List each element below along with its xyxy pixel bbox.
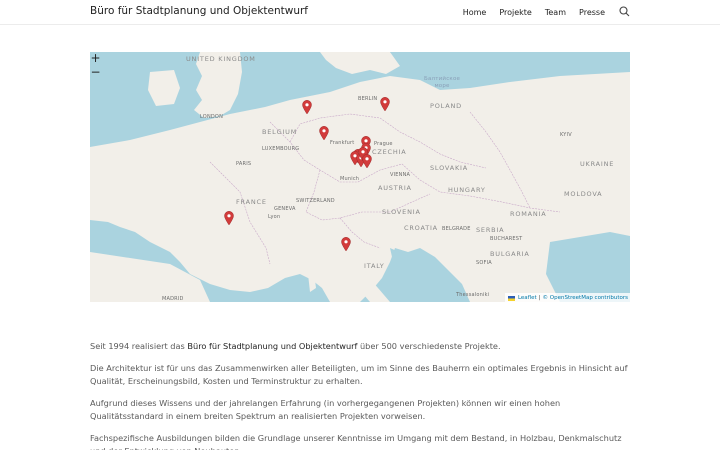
- map-marker-icon[interactable]: [380, 96, 390, 112]
- p1-text-before: Seit 1994 realisiert das: [90, 341, 188, 351]
- map-label-prague: Prague: [374, 141, 393, 147]
- map-label-romania: ROMANIA: [510, 210, 547, 218]
- map-label-italy: ITALY: [364, 262, 385, 270]
- map-label-moldova: MOLDOVA: [564, 190, 603, 198]
- nav-projekte[interactable]: Projekte: [499, 8, 532, 17]
- p1-office-name: Büro für Stadtplanung und Objektentwurf: [187, 341, 358, 351]
- zoom-out-button[interactable]: −: [90, 66, 101, 80]
- site-header: Büro für Stadtplanung und Objektentwurf …: [0, 0, 720, 25]
- map-label-hungary: HUNGARY: [448, 186, 486, 194]
- map-label-ukraine: UKRAINE: [580, 160, 615, 168]
- map-label-poland: POLAND: [430, 102, 462, 110]
- map-label-belgrade: BELGRADE: [442, 226, 471, 232]
- main-nav: Home Projekte Team Presse: [450, 6, 630, 18]
- map-label-sofia: SOFIA: [476, 260, 492, 266]
- map-marker-icon[interactable]: [224, 210, 234, 226]
- map-label-bucharest: BUCHAREST: [490, 236, 523, 242]
- map-label-austria: AUSTRIA: [378, 184, 412, 192]
- ukraine-flag-icon: [507, 295, 515, 301]
- map-attribution: Leaflet | © OpenStreetMap contributors: [504, 293, 630, 302]
- map-label-france: FRANCE: [236, 198, 267, 206]
- map-marker-icon[interactable]: [319, 125, 329, 141]
- map-label-switzerland: SWITZERLAND: [296, 198, 335, 204]
- intro-paragraph-1: Seit 1994 realisiert das Büro für Stadtp…: [90, 340, 630, 354]
- nav-team[interactable]: Team: [545, 8, 566, 17]
- map-label-luxembourg: LUXEMBOURG: [262, 146, 300, 152]
- map-label-frankfurt: Frankfurt: [330, 140, 355, 146]
- map-label-bulgaria: BULGARIA: [490, 250, 530, 258]
- map-label-united-kingdom: UNITED KINGDOM: [186, 55, 256, 63]
- zoom-in-button[interactable]: +: [90, 52, 101, 66]
- map-label-thessaloniki: Thessaloniki: [456, 292, 490, 298]
- intro-paragraph-3: Aufgrund dieses Wissens und der jahrelan…: [90, 397, 561, 422]
- intro-text: Seit 1994 realisiert das Büro für Stadtp…: [90, 340, 630, 450]
- map-marker-icon[interactable]: [341, 236, 351, 252]
- map-label-vienna: VIENNA: [390, 172, 411, 178]
- map-marker-icon[interactable]: [302, 99, 312, 115]
- map-label-slovakia: SLOVAKIA: [430, 164, 469, 172]
- map-label-london: LONDON: [200, 114, 224, 120]
- p1-text-after: über 500 verschiedenste Projekte.: [357, 341, 501, 351]
- map-label-slovenia: SLOVENIA: [382, 208, 421, 216]
- intro-paragraph-4: Fachspezifische Ausbildungen bilden die …: [90, 432, 622, 450]
- map-label-paris: PARIS: [236, 161, 252, 167]
- map-label-berlin: BERLIN: [358, 96, 378, 102]
- map-label-madrid: MADRID: [162, 296, 184, 302]
- map-basemap: [90, 52, 630, 302]
- nav-home[interactable]: Home: [463, 8, 487, 17]
- map-label-belgium: BELGIUM: [262, 128, 298, 136]
- map-label-baltic-sea: Балтийское море: [424, 76, 461, 89]
- map-label-geneva: GENEVA: [274, 206, 296, 212]
- map-label-serbia: SERBIA: [476, 226, 505, 234]
- search-icon[interactable]: [619, 6, 630, 18]
- zoom-controls: + −: [90, 52, 101, 80]
- map-label-lyon: Lyon: [268, 214, 281, 220]
- map-label-munich: Munich: [340, 176, 360, 182]
- osm-link[interactable]: © OpenStreetMap contributors: [543, 295, 628, 301]
- site-title[interactable]: Büro für Stadtplanung und Objektentwurf: [90, 5, 308, 17]
- map-label-kyiv: KYIV: [560, 132, 572, 138]
- map-marker-icon[interactable]: [362, 153, 372, 169]
- attribution-separator: |: [538, 295, 541, 301]
- nav-presse[interactable]: Presse: [579, 8, 605, 17]
- leaflet-link[interactable]: Leaflet: [518, 295, 537, 301]
- project-map[interactable]: UNITED KINGDOM LONDON BELGIUM LUXEMBOURG…: [90, 52, 630, 302]
- intro-paragraph-2: Die Architektur ist für uns das Zusammen…: [90, 362, 628, 387]
- map-label-czechia: CZECHIA: [372, 148, 407, 156]
- map-label-croatia: CROATIA: [404, 224, 438, 232]
